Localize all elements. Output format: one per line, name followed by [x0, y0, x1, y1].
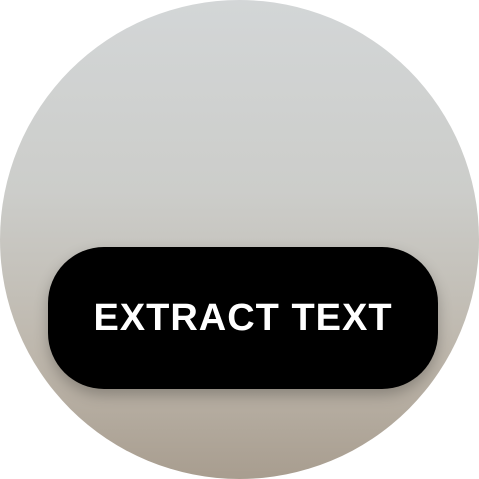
- extract-text-button-label: EXTRACT TEXT: [93, 296, 393, 339]
- watch-screen: EXTRACT TEXT: [0, 0, 479, 479]
- round-watch-face: EXTRACT TEXT: [0, 0, 479, 479]
- extract-text-button[interactable]: EXTRACT TEXT: [48, 247, 438, 389]
